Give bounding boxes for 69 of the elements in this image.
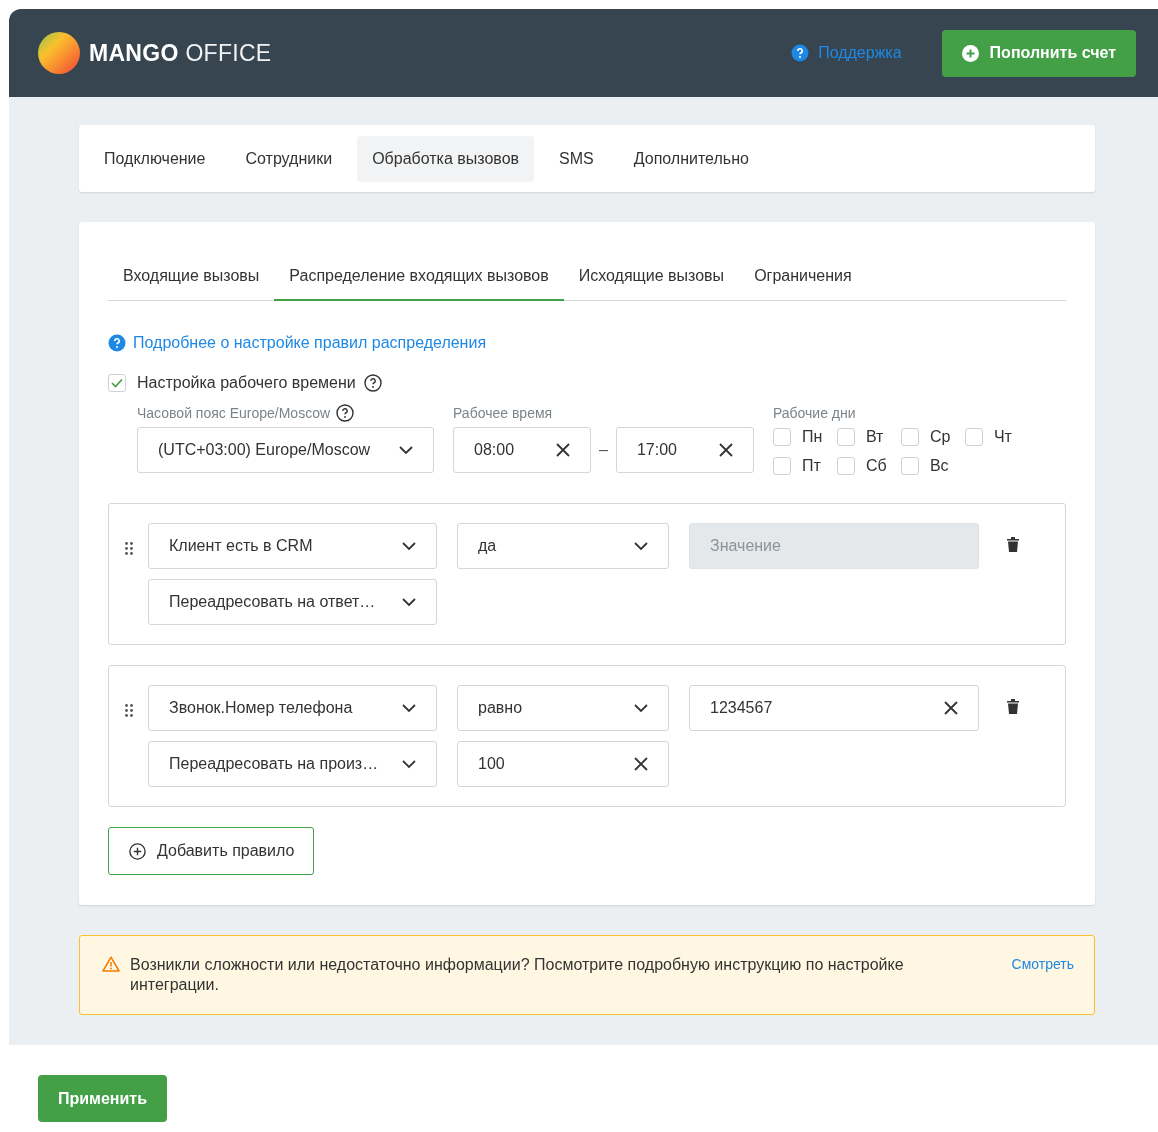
tab[interactable]: Сотрудники bbox=[230, 135, 348, 182]
checkbox[interactable] bbox=[772, 428, 791, 446]
checkbox-label: Пт bbox=[801, 457, 821, 475]
tab[interactable]: Входящие вызовы bbox=[108, 252, 275, 301]
clear-icon bbox=[634, 757, 648, 771]
clear-icon bbox=[556, 443, 570, 457]
help-icon bbox=[336, 404, 355, 422]
chevron-down-icon bbox=[634, 541, 648, 551]
help-icon bbox=[791, 44, 810, 62]
tab[interactable]: Ограничения bbox=[739, 252, 867, 301]
plus-circle-icon bbox=[129, 842, 146, 860]
tab[interactable]: Обработка вызовов bbox=[357, 135, 535, 182]
checkbox[interactable] bbox=[964, 428, 983, 446]
chevron-down-icon bbox=[402, 759, 416, 769]
checkmark-icon bbox=[111, 378, 123, 388]
drag-handle-icon bbox=[125, 542, 133, 555]
notice-text: Возникли сложности или недостаточно информации? Посмотрите подробную инструкцию по настройке интеграции. bbox=[130, 955, 905, 995]
add-rule-button[interactable]: Добавить правило bbox=[108, 827, 315, 875]
logo-text: MANGO OFFICE bbox=[89, 39, 272, 67]
chevron-down-icon bbox=[402, 541, 416, 551]
tab[interactable]: Подключение bbox=[89, 135, 221, 182]
help-icon bbox=[108, 334, 126, 352]
trash-icon bbox=[1007, 699, 1019, 714]
clear-icon bbox=[718, 443, 733, 457]
operator-select[interactable]: да bbox=[457, 523, 669, 569]
checkbox-label: Настройка рабочего времени bbox=[137, 374, 356, 392]
tab[interactable]: Исходящие вызовы bbox=[563, 252, 740, 301]
checkbox-label: Чт bbox=[993, 428, 1012, 446]
tab[interactable]: Дополнительно bbox=[618, 135, 764, 182]
warning-icon bbox=[102, 956, 120, 972]
chevron-down-icon bbox=[399, 445, 413, 455]
checkbox-label: Пн bbox=[801, 428, 823, 446]
action-select[interactable]: Переадресовать на произ… bbox=[148, 741, 437, 787]
value-field[interactable]: 1234567 bbox=[689, 685, 979, 731]
help-icon bbox=[363, 374, 382, 392]
checkbox[interactable] bbox=[836, 457, 855, 475]
time-field[interactable]: 17:00 bbox=[615, 427, 754, 473]
checkbox[interactable] bbox=[900, 428, 919, 446]
condition-select[interactable]: Клиент есть в CRM bbox=[148, 523, 437, 569]
field-label: Рабочие дни bbox=[772, 404, 857, 422]
trash-icon bbox=[1007, 537, 1019, 552]
timezone-select[interactable]: (UTC+03:00) Europe/Moscow bbox=[137, 427, 434, 473]
time-field[interactable]: 08:00 bbox=[453, 427, 591, 473]
chevron-down-icon bbox=[634, 703, 648, 713]
action-value-field[interactable]: 100 bbox=[457, 741, 669, 787]
help-link[interactable]: Подробнее о настройке правил распределения bbox=[108, 334, 487, 352]
view-link[interactable]: Смотреть bbox=[1011, 956, 1074, 972]
checkbox[interactable] bbox=[772, 457, 791, 475]
drag-handle-icon bbox=[125, 704, 133, 717]
checkbox-label: Вт bbox=[865, 428, 884, 446]
plus-icon bbox=[961, 44, 979, 62]
chevron-down-icon bbox=[402, 597, 416, 607]
checkbox[interactable] bbox=[108, 374, 126, 392]
action-select[interactable]: Переадресовать на ответ… bbox=[148, 579, 437, 625]
operator-select[interactable]: равно bbox=[457, 685, 669, 731]
checkbox-label: Сб bbox=[865, 457, 887, 475]
checkbox[interactable] bbox=[836, 428, 855, 446]
condition-select[interactable]: Звонок.Номер телефона bbox=[148, 685, 437, 731]
tab[interactable]: SMS bbox=[544, 135, 609, 182]
clear-icon bbox=[944, 701, 958, 715]
logo-circle-icon bbox=[38, 32, 80, 74]
tab[interactable]: Распределение входящих вызовов bbox=[274, 252, 564, 301]
checkbox-label: Ср bbox=[929, 428, 951, 446]
field-label: Рабочее время bbox=[453, 404, 554, 422]
separator: – bbox=[599, 441, 608, 459]
checkbox[interactable] bbox=[900, 457, 919, 475]
field-label: Часовой пояс Europe/Moscow bbox=[137, 404, 331, 422]
checkbox-label: Вс bbox=[929, 457, 949, 475]
chevron-down-icon bbox=[402, 703, 416, 713]
